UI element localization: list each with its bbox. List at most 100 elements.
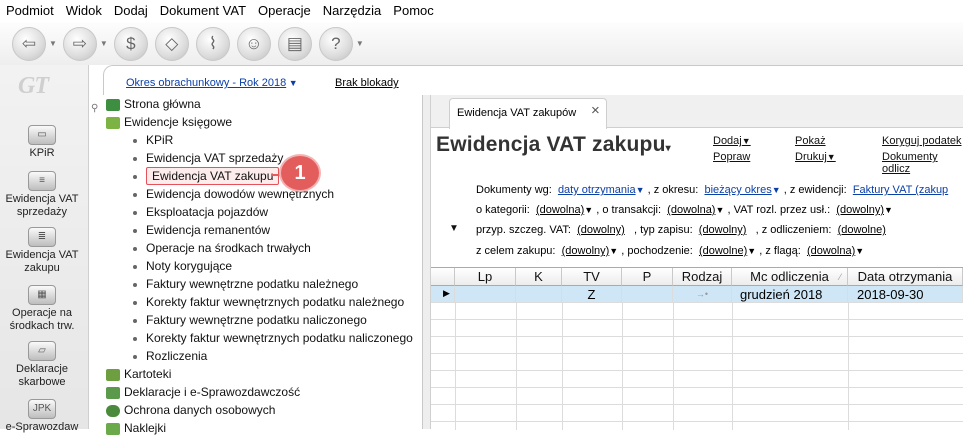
empty-row [431,320,963,337]
table-row[interactable]: ▶ Z →• grudzień 2018 2018-09-30 [431,286,963,303]
special-vat-dropdown[interactable]: (dowolny) [577,224,625,236]
shield-icon [106,404,120,417]
cell-tv: Z [562,286,622,303]
tree-item-korekty-naleznego[interactable]: Korekty faktur wewnętrznych podatku nale… [133,293,404,311]
kpir-icon: ▭ [28,125,56,145]
forward-icon[interactable]: ⇨ [62,26,97,61]
tree-item-remanenty[interactable]: Ewidencja remanentów [133,221,270,239]
help-icon[interactable]: ? [318,26,353,61]
module-vat-zakupu-label: Ewidencja VAT zakupu [5,249,79,274]
collapse-filters-icon[interactable]: ▼ [449,223,459,234]
bullet-icon [133,300,137,305]
data-grid: Lp K TV P Rodzaj Mc odliczenia ⁄ Data otr… [431,267,963,430]
menu-narzedzia[interactable]: Narzędzia [317,0,388,22]
edit-button[interactable]: Popraw [713,151,750,163]
purpose-dropdown[interactable]: (dowolny)▼ [562,245,619,257]
bullet-icon [133,282,137,287]
tree-item-kpir[interactable]: KPiR [133,131,173,149]
tree-item-korekty-naliczonego[interactable]: Korekty faktur wewnętrznych podatku nali… [133,329,413,347]
module-deklaracje[interactable]: ▱ Deklaracje skarbowe [0,341,84,389]
callout-badge: 1 [281,156,319,190]
tree-item-ewidencje-ksiegowe[interactable]: Ewidencje księgowe [106,113,232,131]
column-header-data-otrzymania[interactable]: Data otrzymania [848,268,963,286]
forward-dropdown-icon[interactable]: ▼ [100,39,108,48]
close-icon[interactable]: × [591,97,600,125]
column-header-p[interactable]: P [622,268,673,286]
module-kpir[interactable]: ▭ KPiR [0,125,84,160]
help-dropdown-icon[interactable]: ▼ [356,39,364,48]
module-vat-sprzedazy-label: Ewidencja VAT sprzedaży [5,193,79,218]
back-dropdown-icon[interactable]: ▼ [49,39,57,48]
empty-row [431,303,963,320]
folder-green-icon [106,368,120,381]
period-dropdown[interactable]: bieżący okres▼ [704,184,780,196]
module-vat-sprzedazy[interactable]: ≡ Ewidencja VAT sprzedaży [0,171,84,219]
column-header-k[interactable]: K [516,268,562,286]
menu-dodaj[interactable]: Dodaj [108,0,154,22]
cash-register-icon: ▦ [28,285,56,305]
gt-logo: GT [18,73,49,99]
tree-item-kartoteki[interactable]: Kartoteki [106,365,171,383]
menu-pomoc[interactable]: Pomoc [387,0,439,22]
entry-type-dropdown[interactable]: (dowolny) [699,224,747,236]
bullet-icon [133,264,137,269]
print-button[interactable]: Drukuj▼ [795,151,836,163]
period-link[interactable]: Okres obrachunkowy - Rok 2018 ▼ [126,77,298,89]
bullet-icon [133,174,137,179]
module-srodki-trwale[interactable]: ▦ Operacje na środkach trw. [0,285,84,333]
lock-link[interactable]: Brak blokady [335,77,399,89]
splitter[interactable] [423,95,431,429]
cell-rodzaj: →• [673,286,732,303]
tab-ewidencja-vat-zakupow[interactable]: Ewidencja VAT zakupów × [449,98,607,129]
menu-bar: Podmiot Widok Dodaj Dokument VAT Operacj… [0,0,963,22]
menu-widok[interactable]: Widok [60,0,108,22]
tree-item-strona-glowna[interactable]: Strona główna [106,95,201,113]
menu-podmiot[interactable]: Podmiot [0,0,60,22]
tree-item-deklaracje[interactable]: Deklaracje i e-Sprawozdawczość [106,383,300,401]
tree-item-fw-naliczonego[interactable]: Faktury wewnętrzne podatku naliczonego [133,311,367,329]
tree-item-naklejki[interactable]: Naklejki [106,419,166,437]
vat-settlement-dropdown[interactable]: (dowolny)▼ [836,204,893,216]
tree-item-eksploatacja[interactable]: Eksploatacja pojazdów [133,203,268,221]
tree-item-vat-zakupu[interactable]: Ewidencja VAT zakupu [133,167,280,185]
column-header-mc-odliczenia[interactable]: Mc odliczenia ⁄ [732,268,848,286]
back-icon[interactable]: ⇦ [12,26,46,61]
page-title[interactable]: Ewidencja VAT zakupu▾ [436,133,671,157]
documents-by-dropdown[interactable]: daty otrzymania▼ [558,184,645,196]
empty-row [431,371,963,388]
people-icon[interactable]: ☺ [236,26,271,61]
correct-tax-button[interactable]: Koryguj podatek [882,135,962,147]
cell-data-otrzymania: 2018-09-30 [848,286,963,303]
tree-item-noty[interactable]: Noty korygujące [133,257,232,275]
dollar-icon[interactable]: $ [113,26,148,61]
column-header-lp[interactable]: Lp [455,268,516,286]
tree-item-srodki-trwale[interactable]: Operacje na środkach trwałych [133,239,311,257]
flag-dropdown[interactable]: (dowolna)▼ [807,245,864,257]
pin-icon[interactable]: ⚲ [91,103,98,114]
column-header-rodzaj[interactable]: Rodzaj [673,268,732,286]
show-button[interactable]: Pokaż [795,135,826,147]
tree-item-label: Faktury wewnętrzne podatku naliczonego [146,313,367,327]
tree-item-rozliczenia[interactable]: Rozliczenia [133,347,207,365]
register-dropdown[interactable]: Faktury VAT (zakup [853,184,948,196]
menu-dokument-vat[interactable]: Dokument VAT [154,0,252,22]
column-header-tv[interactable]: TV [562,268,622,286]
cell-p [622,286,673,303]
deduction-documents-button[interactable]: Dokumenty odlicz [882,151,963,175]
category-dropdown[interactable]: (dowolna)▼ [536,204,593,216]
module-vat-zakupu[interactable]: ≣ Ewidencja VAT zakupu [0,227,84,275]
tree-item-fw-naleznego[interactable]: Faktury wewnętrzne podatku należnego [133,275,358,293]
eraser-icon[interactable]: ◇ [154,26,189,61]
origin-dropdown[interactable]: (dowolne)▼ [699,245,756,257]
broom-icon[interactable]: ⌇ [195,26,230,61]
transaction-dropdown[interactable]: (dowolna)▼ [667,204,724,216]
printer-icon[interactable]: ▤ [277,26,312,61]
period-bar: Okres obrachunkowy - Rok 2018 ▼ Brak blo… [103,65,963,95]
add-button[interactable]: Dodaj▼ [713,135,751,147]
tree-item-ochrona-danych[interactable]: Ochrona danych osobowych [106,401,275,419]
deduction-dropdown[interactable]: (dowolne) [838,224,886,236]
tree-item-label: Ewidencje księgowe [124,115,233,129]
menu-operacje[interactable]: Operacje [252,0,317,22]
dollar-green-icon [106,98,120,111]
tree-item-vat-sprzedazy[interactable]: Ewidencja VAT sprzedaży [133,149,283,167]
